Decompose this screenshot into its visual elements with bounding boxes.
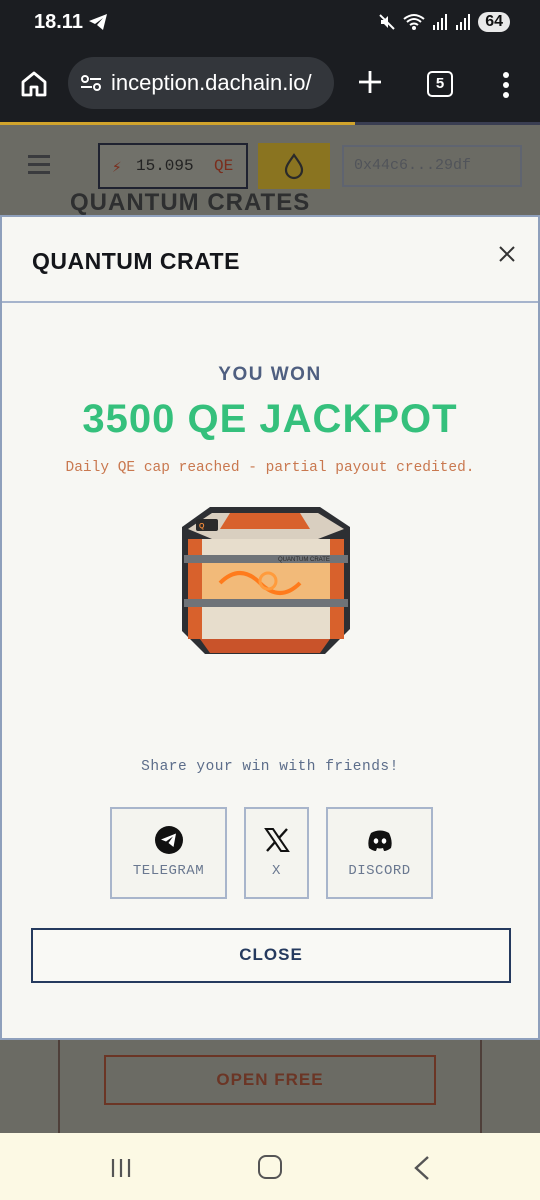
home-icon[interactable] xyxy=(18,68,50,100)
tab-switcher-button[interactable]: 5 xyxy=(427,71,453,97)
qe-balance-unit: QE xyxy=(214,157,234,175)
battery-icon: 64 xyxy=(478,12,510,32)
crate-label: QUANTUM CRATE xyxy=(278,557,330,563)
signal-icon xyxy=(433,14,448,30)
telegram-icon xyxy=(89,14,107,30)
wallet-address[interactable]: 0x44c6...29df xyxy=(342,145,522,187)
you-won-label: YOU WON xyxy=(218,364,322,385)
discord-icon xyxy=(367,830,392,851)
share-telegram-label: TELEGRAM xyxy=(132,863,205,879)
prize-amount: 3500 QE JACKPOT xyxy=(82,397,458,441)
share-discord-label: DISCORD xyxy=(348,863,411,879)
svg-text:Q: Q xyxy=(199,523,205,530)
more-menu-icon[interactable] xyxy=(498,70,514,100)
quantum-crate-image: Q QUANTUM CRATE xyxy=(182,507,350,654)
status-time: 18.11 xyxy=(34,11,83,33)
modal-title: QUANTUM CRATE xyxy=(32,248,240,274)
address-bar[interactable]: inception.dachain.io/ xyxy=(68,57,334,109)
recent-apps-icon[interactable] xyxy=(110,1157,132,1179)
bolt-icon: ⚡︎ xyxy=(112,159,122,177)
site-settings-icon[interactable] xyxy=(80,73,102,93)
share-telegram-button[interactable]: TELEGRAM xyxy=(110,807,227,899)
x-logo-icon xyxy=(263,828,290,852)
quantum-crate-modal: QUANTUM CRATE YOU WON 3500 QE JACKPOT Da… xyxy=(0,215,540,1040)
close-button[interactable]: CLOSE xyxy=(31,928,511,983)
telegram-icon xyxy=(154,826,183,854)
share-x-label: X xyxy=(272,863,281,879)
mute-icon xyxy=(379,14,395,30)
signal-icon xyxy=(456,14,471,30)
share-x-button[interactable]: X xyxy=(244,807,309,899)
close-icon[interactable] xyxy=(496,243,518,265)
faucet-button[interactable] xyxy=(258,143,330,189)
share-prompt: Share your win with friends! xyxy=(141,759,399,775)
url-text: inception.dachain.io/ xyxy=(111,70,312,95)
status-bar: 18.11 64 xyxy=(0,0,540,46)
back-icon[interactable] xyxy=(412,1155,432,1181)
wifi-icon xyxy=(403,14,425,30)
new-tab-icon[interactable] xyxy=(356,68,384,96)
browser-toolbar: inception.dachain.io/ 5 xyxy=(0,46,540,122)
share-discord-button[interactable]: DISCORD xyxy=(326,807,433,899)
drop-icon xyxy=(284,153,304,180)
hamburger-menu-icon[interactable] xyxy=(28,155,50,179)
payout-notice: Daily QE cap reached - partial payout cr… xyxy=(65,460,475,476)
modal-header: QUANTUM CRATE xyxy=(2,217,538,303)
home-nav-icon[interactable] xyxy=(258,1155,282,1179)
system-nav-bar xyxy=(0,1133,540,1200)
open-free-button[interactable]: OPEN FREE xyxy=(104,1055,436,1105)
qe-balance-chip: ⚡︎ 15.095 QE xyxy=(98,143,248,189)
section-title: QUANTUM CRATES xyxy=(70,189,311,216)
qe-balance-value: 15.095 xyxy=(136,157,194,175)
